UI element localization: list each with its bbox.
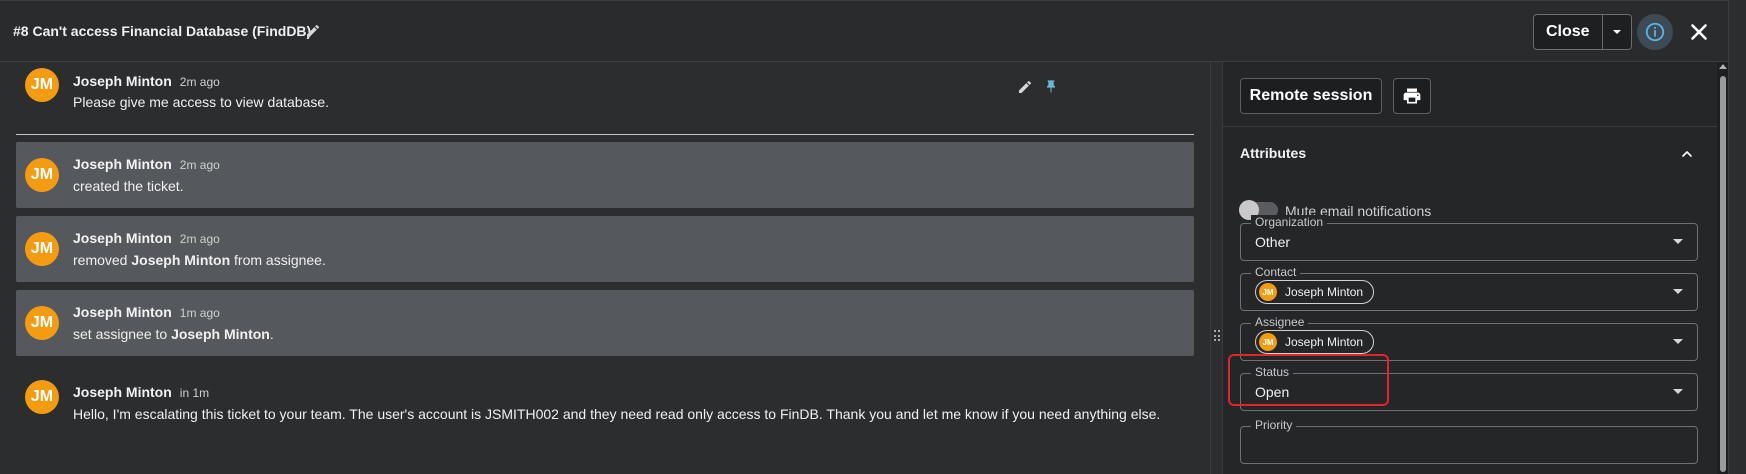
ticket-title: #8 Can't access Financial Database (Find… xyxy=(13,23,312,39)
chip-label: Joseph Minton xyxy=(1285,335,1364,349)
edit-message-icon[interactable] xyxy=(1017,79,1033,95)
message-item: JM Joseph Minton 2m ago Please give me ac… xyxy=(16,62,1194,132)
message-author: Joseph Minton in 1m xyxy=(73,384,210,400)
ticket-header: #8 Can't access Financial Database (Find… xyxy=(0,0,1728,62)
field-label: Priority xyxy=(1251,418,1297,432)
event-time: 2m ago xyxy=(179,158,220,172)
close-icon[interactable] xyxy=(1686,19,1712,45)
assignee-select[interactable]: Assignee JM Joseph Minton xyxy=(1240,315,1698,361)
event-author: Joseph Minton 2m ago xyxy=(73,230,220,246)
scroll-up-icon[interactable] xyxy=(1719,64,1727,69)
chip-label: Joseph Minton xyxy=(1285,285,1364,299)
message-text: Please give me access to view database. xyxy=(73,94,330,110)
close-split-button: Close xyxy=(1533,14,1632,50)
info-icon xyxy=(1645,22,1665,42)
message-item: JM Joseph Minton in 1m Hello, I'm escalat… xyxy=(16,364,1194,444)
pencil-icon[interactable] xyxy=(305,23,321,39)
event-item: JM Joseph Minton 2m ago created the ticke… xyxy=(16,142,1194,208)
printer-icon xyxy=(1403,88,1421,104)
event-text: set assignee to Joseph Minton. xyxy=(73,326,274,342)
event-author: Joseph Minton 1m ago xyxy=(73,304,220,320)
remote-session-button[interactable]: Remote session xyxy=(1240,78,1382,114)
event-text: created the ticket. xyxy=(73,178,184,194)
avatar: JM xyxy=(25,232,59,266)
avatar: JM xyxy=(25,68,59,102)
field-value: Other xyxy=(1255,234,1291,250)
message-text: Hello, I'm escalating this ticket to you… xyxy=(73,406,1161,422)
ticket-sidebar: Remote session Attributes Mute email not… xyxy=(1222,62,1729,474)
status-select[interactable]: Status Open xyxy=(1240,365,1698,411)
organization-select[interactable]: Organization Other xyxy=(1240,215,1698,261)
info-button[interactable] xyxy=(1637,14,1673,50)
message-time: 2m ago xyxy=(179,75,220,89)
field-label: Contact xyxy=(1251,265,1301,279)
close-button[interactable]: Close xyxy=(1534,15,1602,49)
event-time: 2m ago xyxy=(179,232,220,246)
page-scrollbar[interactable] xyxy=(1728,0,1746,474)
event-text: removed Joseph Minton from assignee. xyxy=(73,252,326,268)
caret-down-icon xyxy=(1673,339,1683,344)
grip-icon xyxy=(1214,330,1220,342)
divider xyxy=(1223,126,1719,127)
scrollbar-thumb[interactable] xyxy=(1720,76,1726,472)
close-dropdown-button[interactable] xyxy=(1601,15,1631,49)
pin-icon[interactable] xyxy=(1043,79,1059,95)
field-label: Assignee xyxy=(1251,315,1309,329)
message-time: in 1m xyxy=(179,386,210,400)
caret-down-icon xyxy=(1673,389,1683,394)
field-label: Status xyxy=(1251,365,1294,379)
attributes-heading: Attributes xyxy=(1240,145,1307,161)
conversation-panel: JM Joseph Minton 2m ago Please give me ac… xyxy=(0,62,1210,474)
print-button[interactable] xyxy=(1393,78,1431,114)
chevron-up-icon[interactable] xyxy=(1679,146,1695,162)
avatar: JM xyxy=(1259,333,1277,351)
caret-down-icon xyxy=(1673,289,1683,294)
field-value: Open xyxy=(1255,384,1290,400)
event-author: Joseph Minton 2m ago xyxy=(73,156,220,172)
caret-down-icon xyxy=(1612,30,1621,34)
event-time: 1m ago xyxy=(179,306,220,320)
contact-select[interactable]: Contact JM Joseph Minton xyxy=(1240,265,1698,311)
avatar: JM xyxy=(25,380,59,414)
priority-select[interactable]: Priority xyxy=(1240,418,1698,464)
avatar: JM xyxy=(1259,283,1277,301)
event-item: JM Joseph Minton 2m ago removed Joseph Mi… xyxy=(16,216,1194,282)
event-item: JM Joseph Minton 1m ago set assignee to J… xyxy=(16,290,1194,356)
divider xyxy=(16,134,1194,135)
caret-down-icon xyxy=(1673,239,1683,244)
field-label: Organization xyxy=(1251,215,1328,229)
contact-chip[interactable]: JM Joseph Minton xyxy=(1255,280,1375,304)
assignee-chip[interactable]: JM Joseph Minton xyxy=(1255,330,1375,354)
avatar: JM xyxy=(25,158,59,192)
panel-resize-handle[interactable] xyxy=(1210,62,1222,474)
avatar: JM xyxy=(25,306,59,340)
message-author: Joseph Minton 2m ago xyxy=(73,73,220,89)
